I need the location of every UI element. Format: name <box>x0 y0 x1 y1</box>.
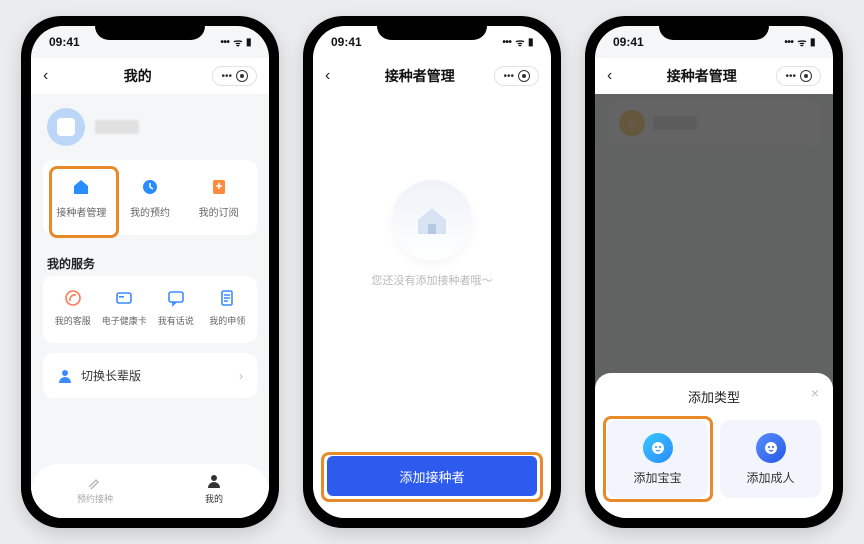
phone-mine: 09:41 ••• ᯤ ▮ ‹ 我的 ••• 接种者管理 <box>21 16 279 528</box>
mp-menu[interactable]: ••• <box>776 66 821 86</box>
status-time: 09:41 <box>613 35 644 49</box>
target-icon[interactable] <box>518 70 530 82</box>
profile-row[interactable] <box>31 94 269 160</box>
page-title: 我的 <box>63 66 212 86</box>
avatar <box>47 108 85 146</box>
target-icon[interactable] <box>236 70 248 82</box>
status-indicators: ••• ᯤ ▮ <box>220 35 251 49</box>
back-button[interactable]: ‹ <box>43 67 63 85</box>
svc-support[interactable]: 我的客服 <box>48 288 98 327</box>
syringe-icon <box>86 472 104 490</box>
bell-icon <box>208 176 230 198</box>
close-icon[interactable]: × <box>811 385 819 401</box>
sheet-title: 添加类型 × <box>607 387 821 406</box>
notch <box>377 16 487 40</box>
back-button[interactable]: ‹ <box>607 67 627 85</box>
doc-icon <box>217 288 237 308</box>
mp-menu[interactable]: ••• <box>212 66 257 86</box>
msg-icon <box>166 288 186 308</box>
phone-add-type-sheet: 09:41 ••• ᯤ ▮ ‹ 接种者管理 ••• ☺ 添加类型 × <box>585 16 843 528</box>
card-icon <box>114 288 134 308</box>
person-icon <box>205 472 223 490</box>
person-icon <box>57 368 73 384</box>
svc-claim[interactable]: 我的申领 <box>202 288 252 327</box>
back-button[interactable]: ‹ <box>325 67 345 85</box>
header: ‹ 我的 ••• <box>31 58 269 94</box>
tab-bar: 预约接种 我的 <box>31 464 269 518</box>
tile-my-subscriptions[interactable]: 我的订阅 <box>189 176 249 219</box>
option-add-baby[interactable]: 添加宝宝 <box>607 420 708 498</box>
tile-my-appointments[interactable]: 我的预约 <box>120 176 180 219</box>
page-title: 接种者管理 <box>627 66 776 86</box>
chevron-right-icon: › <box>239 369 243 383</box>
tab-mine[interactable]: 我的 <box>205 472 223 505</box>
notch <box>95 16 205 40</box>
baby-face-icon <box>643 433 673 463</box>
notch <box>659 16 769 40</box>
username-redacted <box>95 120 139 134</box>
section-title-services: 我的服务 <box>31 245 269 276</box>
header: ‹ 接种者管理 ••• <box>595 58 833 94</box>
empty-text: 您还没有添加接种者哦～ <box>372 272 493 288</box>
tile-vaccinee-manage[interactable]: 接种者管理 <box>51 176 111 219</box>
empty-house-icon <box>392 180 472 260</box>
status-time: 09:41 <box>49 35 80 49</box>
svc-feedback[interactable]: 我有话说 <box>151 288 201 327</box>
add-vaccinee-button[interactable]: 添加接种者 <box>327 456 537 496</box>
chat-icon <box>63 288 83 308</box>
status-time: 09:41 <box>331 35 362 49</box>
svc-health-card[interactable]: 电子健康卡 <box>99 288 149 327</box>
empty-state: 您还没有添加接种者哦～ <box>313 94 551 374</box>
target-icon[interactable] <box>800 70 812 82</box>
switch-elder-mode-row[interactable]: 切换长辈版 › <box>43 353 257 398</box>
action-sheet: 添加类型 × 添加宝宝 添加成人 <box>595 373 833 518</box>
tab-appointment[interactable]: 预约接种 <box>77 472 113 505</box>
page-title: 接种者管理 <box>345 66 494 86</box>
house-icon <box>70 176 92 198</box>
services-card: 我的客服 电子健康卡 我有话说 我的申领 <box>43 276 257 343</box>
phone-vaccinee-manage: 09:41 ••• ᯤ ▮ ‹ 接种者管理 ••• 您还没有添加接种者哦～ 添加… <box>303 16 561 528</box>
option-add-adult[interactable]: 添加成人 <box>720 420 821 498</box>
adult-face-icon <box>756 433 786 463</box>
clock-icon <box>139 176 161 198</box>
header: ‹ 接种者管理 ••• <box>313 58 551 94</box>
mp-menu[interactable]: ••• <box>494 66 539 86</box>
quick-tiles-card: 接种者管理 我的预约 我的订阅 <box>43 160 257 235</box>
